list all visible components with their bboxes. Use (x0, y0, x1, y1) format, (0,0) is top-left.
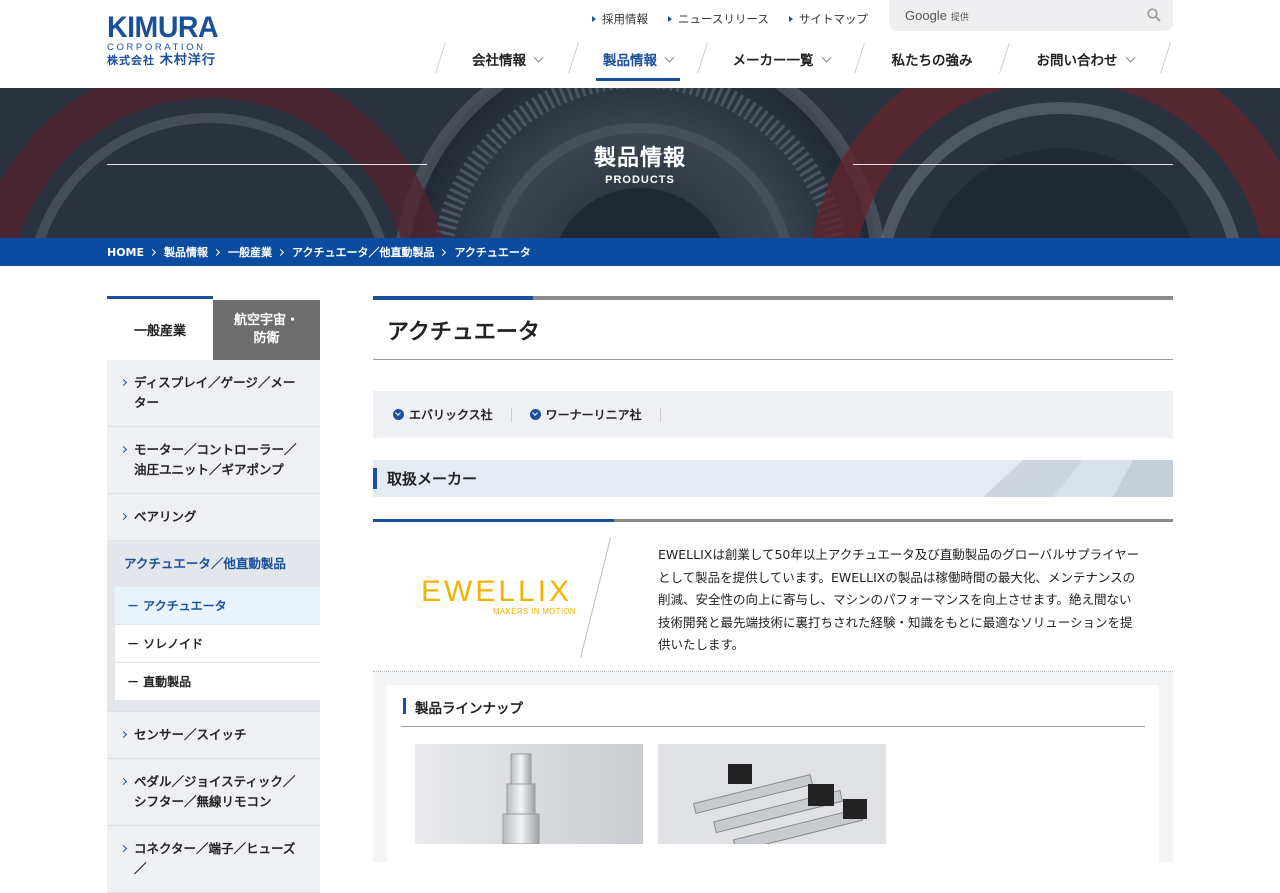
chevron-right-icon (119, 512, 128, 521)
anchor-ewellix[interactable]: エバリックス社 (393, 406, 493, 423)
anchor-warner-linear[interactable]: ワーナーリニア社 (529, 406, 642, 423)
maker-block-ewellix: EWELLIX MAKERS IN MOTION EWELLIXは創業して50年… (373, 522, 1173, 672)
tab-aerospace-defense[interactable]: 航空宇宙・ 防衛 (213, 300, 320, 360)
product-list (401, 744, 1145, 844)
chevron-right-icon (119, 378, 128, 387)
chevron-right-icon (119, 730, 128, 739)
nav-makers[interactable]: メーカー一覧 (703, 43, 859, 75)
chevron-down-circle-icon (529, 409, 541, 420)
chevron-right-icon (212, 248, 221, 256)
anchor-divider (659, 407, 661, 422)
chevron-right-icon (119, 445, 128, 454)
sidebar: 一般産業 航空宇宙・ 防衛 ディスプレイ／ゲージ／メーター モーター／コントローラ… (107, 296, 320, 893)
search-icon[interactable] (1147, 8, 1161, 22)
page-hero: 製品情報 PRODUCTS (0, 88, 1280, 238)
site-logo[interactable]: KIMURA CORPORATION 株式会社 木村洋行 (107, 11, 225, 69)
logo-japanese: 株式会社 木村洋行 (107, 53, 216, 68)
sidebar-item-pedal-joystick[interactable]: ペダル／ジョイスティック／シフター／無線リモコン (107, 759, 320, 826)
logo-wordmark: KIMURA (107, 11, 219, 44)
anchor-divider (510, 407, 512, 422)
nav-strengths[interactable]: 私たちの強み (860, 43, 1004, 75)
product-image-linear-actuators[interactable] (658, 744, 886, 844)
title-accent-bar (373, 296, 1173, 300)
sidebar-tabs: 一般産業 航空宇宙・ 防衛 (107, 296, 320, 360)
chevron-right-icon (439, 248, 447, 256)
product-image-lifting-column[interactable] (415, 744, 643, 844)
section-heading: 取扱メーカー (373, 460, 1173, 497)
nav-company[interactable]: 会社情報 (441, 43, 573, 75)
heading-decoration (983, 460, 1173, 497)
sidebar-item-actuator-linear[interactable]: アクチュエータ／他直動製品 (107, 541, 320, 587)
chevron-down-icon (1125, 52, 1135, 62)
nav-products[interactable]: 製品情報 (574, 43, 702, 81)
sidebar-menu: ディスプレイ／ゲージ／メーター モーター／コントローラー／油圧ユニット／ギアポン… (107, 360, 320, 893)
breadcrumb-products[interactable]: 製品情報 (164, 244, 208, 260)
utility-link-news[interactable]: ニュースリリース (668, 11, 769, 27)
maker-anchor-links: エバリックス社 ワーナーリニア社 (373, 391, 1173, 438)
chevron-down-icon (533, 52, 544, 62)
chevron-down-circle-icon (393, 409, 404, 420)
sidebar-submenu: － アクチュエータ － ソレノイド － 直動製品 (107, 587, 320, 712)
sidebar-subitem-linear[interactable]: － 直動製品 (115, 663, 320, 701)
sidebar-item-sensor-switch[interactable]: センサー／スイッチ (107, 712, 320, 759)
utility-link-recruit[interactable]: 採用情報 (592, 11, 648, 27)
sidebar-item-connector[interactable]: コネクター／端子／ヒューズ／ (107, 826, 320, 893)
sidebar-subitem-solenoid[interactable]: － ソレノイド (115, 625, 320, 663)
chevron-right-icon (276, 248, 285, 256)
global-nav: 会社情報 製品情報 メーカー一覧 私たちの強み お問い合わせ (435, 43, 1171, 81)
utility-link-sitemap[interactable]: サイトマップ (788, 11, 868, 27)
chevron-right-icon (119, 844, 128, 853)
maker-description: EWELLIXは創業して50年以上アクチュエータ及び直動製品のグローバルサプライ… (658, 547, 1140, 652)
product-lineup: 製品ラインナップ (373, 672, 1173, 875)
triangle-icon (788, 16, 793, 22)
breadcrumb-actuator-linear[interactable]: アクチュエータ／他直動製品 (292, 244, 434, 260)
sidebar-item-bearing[interactable]: ベアリング (107, 494, 320, 541)
page-title: アクチュエータ (373, 300, 1173, 360)
tab-general-industry[interactable]: 一般産業 (107, 296, 213, 360)
sidebar-item-motor-controller[interactable]: モーター／コントローラー／油圧ユニット／ギアポンプ (107, 427, 320, 494)
chevron-down-icon (821, 52, 831, 62)
ewellix-logo-text: EWELLIX (421, 575, 573, 608)
utility-nav: 採用情報 ニュースリリース サイトマップ (592, 11, 888, 27)
breadcrumb-general-industry[interactable]: 一般産業 (228, 244, 272, 260)
chevron-right-icon (148, 248, 157, 256)
ewellix-logo-tagline: MAKERS IN MOTION (492, 607, 576, 616)
triangle-icon (592, 16, 596, 22)
maker-divider (580, 538, 611, 658)
chevron-down-icon (664, 52, 675, 62)
search-input[interactable]: Google 提供 (889, 0, 1173, 31)
sidebar-subitem-actuator[interactable]: － アクチュエータ (115, 587, 320, 625)
breadcrumb: HOME 製品情報 一般産業 アクチュエータ／他直動製品 アクチュエータ (0, 238, 1280, 266)
site-header: KIMURA CORPORATION 株式会社 木村洋行 採用情報 ニュースリリ… (0, 0, 1280, 88)
sidebar-item-display-gauge[interactable]: ディスプレイ／ゲージ／メーター (107, 360, 320, 427)
lineup-heading: 製品ラインナップ (401, 685, 1145, 727)
hero-title: 製品情報 (593, 146, 686, 171)
main-content: アクチュエータ エバリックス社 ワーナーリニア社 取扱メーカー EWELLIX … (373, 296, 1173, 875)
nav-contact[interactable]: お問い合わせ (1005, 43, 1165, 75)
breadcrumb-home[interactable]: HOME (107, 246, 144, 259)
hero-subtitle: PRODUCTS (605, 174, 675, 186)
search-branding: Google 提供 (905, 8, 969, 23)
breadcrumb-current: アクチュエータ (454, 246, 531, 259)
ewellix-logo[interactable]: EWELLIX MAKERS IN MOTION (421, 575, 581, 617)
product-lineup-panel: 製品ラインナップ (387, 685, 1159, 875)
triangle-icon (668, 16, 672, 22)
chevron-right-icon (119, 777, 128, 786)
